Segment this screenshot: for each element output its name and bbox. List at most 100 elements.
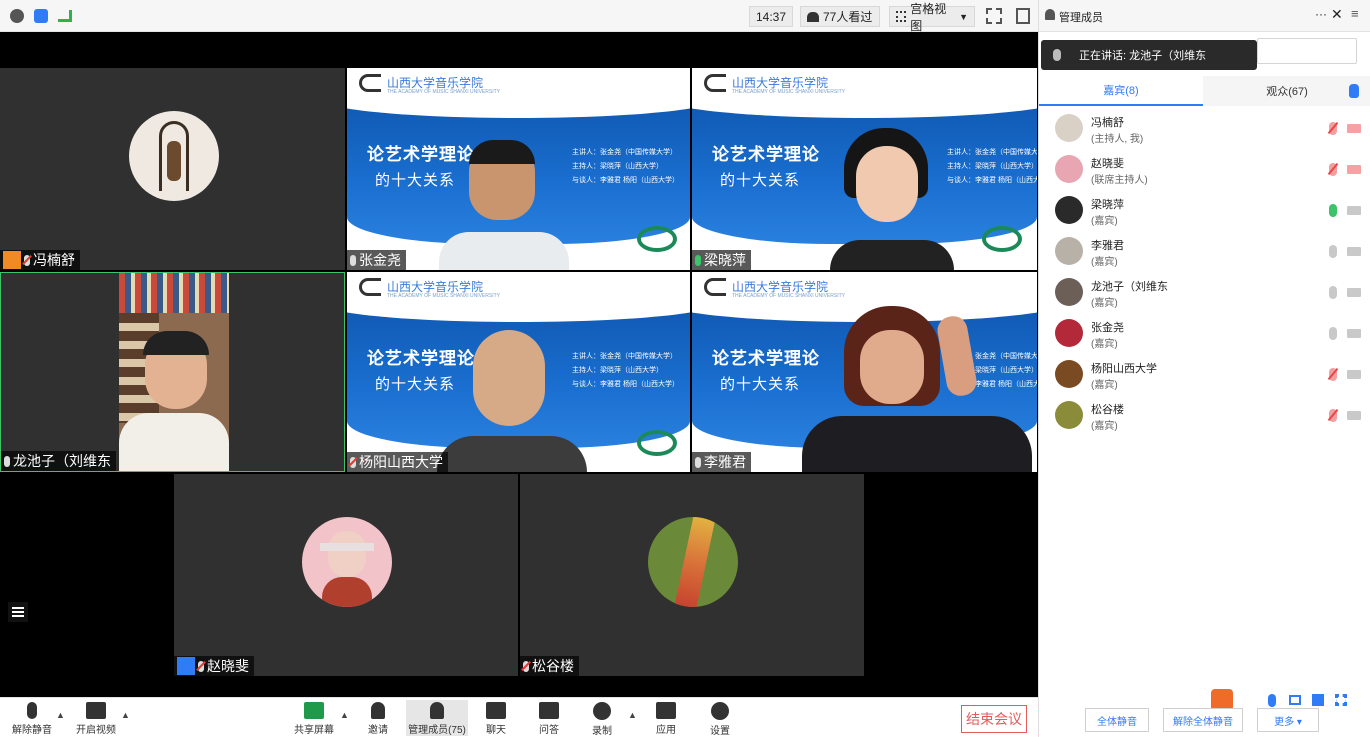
camera-icon[interactable] <box>1347 411 1361 420</box>
info-icon[interactable] <box>10 9 24 23</box>
member-row[interactable]: 松谷楼 (嘉宾) <box>1053 397 1365 437</box>
member-row[interactable]: 梁晓萍 (嘉宾) <box>1053 192 1365 232</box>
panel-title: 管理成员 <box>1059 12 1103 24</box>
member-row[interactable]: 李雅君 (嘉宾) <box>1053 233 1365 273</box>
people-icon <box>807 11 819 22</box>
member-role: (嘉宾) <box>1091 298 1118 309</box>
participant-name-tag: 梁晓萍 <box>692 250 751 270</box>
mic-muted-icon[interactable] <box>1329 409 1337 422</box>
unmute-button[interactable]: 解除静音 <box>2 700 62 736</box>
manage-members-button[interactable]: 管理成员(75) <box>406 700 468 736</box>
mic-icon <box>4 455 10 467</box>
invite-button[interactable]: 邀请 <box>348 700 408 736</box>
participant-name: 赵晓斐 <box>207 658 249 674</box>
qa-button[interactable]: 问答 <box>519 700 579 736</box>
participant-name-tag: 松谷楼 <box>520 656 579 676</box>
camera-icon[interactable] <box>1347 247 1361 256</box>
settings-label: 设置 <box>710 726 730 737</box>
avatar <box>302 517 392 607</box>
video-tile[interactable]: 龙池子（刘维东 <box>0 272 345 472</box>
mic-active-icon[interactable] <box>1329 204 1337 217</box>
tab-guests[interactable]: 嘉宾(8) <box>1039 76 1203 106</box>
mute-all-button[interactable]: 全体静音 <box>1085 708 1149 732</box>
unmute-label: 解除静音 <box>12 725 52 736</box>
camera-icon[interactable] <box>1347 329 1361 338</box>
member-row[interactable]: 赵晓斐 (联席主持人) <box>1053 151 1365 191</box>
video-tile[interactable]: 松谷楼 <box>520 474 864 676</box>
speaking-text: 正在讲话: 龙池子（刘维东 <box>1079 50 1207 62</box>
participant-name: 松谷楼 <box>532 658 574 674</box>
gear-icon <box>711 702 729 720</box>
school-name-en: THE ACADEMY OF MUSIC SHANXI UNIVERSITY <box>732 89 845 95</box>
school-logo-icon <box>359 74 381 92</box>
anniversary-logo-icon <box>637 430 677 456</box>
chat-button[interactable]: 聊天 <box>466 700 526 736</box>
mic-muted-icon[interactable] <box>1329 122 1337 135</box>
tab-audience[interactable]: 观众(67) <box>1203 76 1370 106</box>
member-row[interactable]: 杨阳山西大学 (嘉宾) <box>1053 356 1365 396</box>
video-tile[interactable]: 山西大学音乐学院 THE ACADEMY OF MUSIC SHANXI UNI… <box>347 272 690 472</box>
member-search-input[interactable] <box>1257 38 1357 64</box>
camera-icon[interactable] <box>1347 288 1361 297</box>
grid-icon <box>896 11 907 22</box>
end-meeting-button[interactable]: 结束会议 <box>961 705 1027 733</box>
share-screen-button[interactable]: 共享屏幕 <box>284 700 344 736</box>
member-name: 赵晓斐 <box>1091 158 1124 170</box>
chat-icon <box>486 702 506 719</box>
mic-muted-icon[interactable] <box>1329 368 1337 381</box>
member-row[interactable]: 龙池子（刘维东 (嘉宾) <box>1053 274 1365 314</box>
avatar <box>1055 237 1083 265</box>
video-tile[interactable]: 赵晓斐 <box>174 474 518 676</box>
school-name-en: THE ACADEMY OF MUSIC SHANXI UNIVERSITY <box>732 293 845 299</box>
mic-icon[interactable] <box>1329 327 1337 340</box>
video-tile[interactable]: 山西大学音乐学院 THE ACADEMY OF MUSIC SHANXI UNI… <box>692 272 1037 472</box>
signal-icon[interactable] <box>58 10 72 22</box>
member-role: (嘉宾) <box>1091 216 1118 227</box>
member-name: 梁晓萍 <box>1091 199 1124 211</box>
fullscreen-icon[interactable] <box>986 8 1002 24</box>
raise-hand-icon[interactable] <box>1349 84 1359 98</box>
camera-off-icon[interactable] <box>1347 165 1361 174</box>
more-icon[interactable]: ··· <box>1315 7 1327 21</box>
slide-info-line: 主讲人：张金尧（中国传媒大学） <box>572 353 677 360</box>
menu-icon[interactable]: ≡ <box>1351 6 1359 21</box>
panel-toggle-icon[interactable] <box>1016 8 1030 24</box>
list-icon[interactable] <box>8 602 28 622</box>
mic-icon[interactable] <box>1329 286 1337 299</box>
shield-icon[interactable] <box>34 9 48 23</box>
unmute-all-button[interactable]: 解除全体静音 <box>1163 708 1243 732</box>
chevron-up-icon[interactable]: ▲ <box>56 710 65 720</box>
camera-off-icon <box>86 702 106 719</box>
apps-button[interactable]: 应用 <box>636 700 696 736</box>
school-logo-icon <box>704 74 726 92</box>
camera-off-icon[interactable] <box>1347 124 1361 133</box>
more-button[interactable]: 更多 ▾ <box>1257 708 1319 732</box>
meeting-app: 14:37 77人看过 宫格视图 ▼ 冯楠舒 山西大学音乐学院 THE ACAD… <box>0 0 1370 737</box>
slide-title-line1: 论艺术学理论 <box>712 145 820 164</box>
mic-icon[interactable] <box>1329 245 1337 258</box>
participant-name: 冯楠舒 <box>33 252 75 268</box>
view-mode-label: 宫格视图 <box>910 1 947 33</box>
avatar <box>1055 114 1083 142</box>
mic-muted-icon[interactable] <box>1329 163 1337 176</box>
participant-name-tag: 冯楠舒 <box>0 250 80 270</box>
view-mode-button[interactable]: 宫格视图 ▼ <box>889 2 975 33</box>
settings-button[interactable]: 设置 <box>690 700 750 737</box>
video-tile[interactable]: 山西大学音乐学院 THE ACADEMY OF MUSIC SHANXI UNI… <box>692 68 1037 270</box>
camera-icon[interactable] <box>1347 206 1361 215</box>
mic-muted-icon <box>24 254 30 266</box>
mic-muted-icon <box>27 702 37 719</box>
video-tile[interactable]: 山西大学音乐学院 THE ACADEMY OF MUSIC SHANXI UNI… <box>347 68 690 270</box>
camera-icon[interactable] <box>1347 370 1361 379</box>
chevron-up-icon[interactable]: ▲ <box>121 710 130 720</box>
record-button[interactable]: 录制 <box>572 700 632 737</box>
attendee-count[interactable]: 77人看过 <box>800 6 880 27</box>
avatar <box>1055 155 1083 183</box>
member-role: (嘉宾) <box>1091 421 1118 432</box>
member-row[interactable]: 张金尧 (嘉宾) <box>1053 315 1365 355</box>
member-row[interactable]: 冯楠舒 (主持人, 我) <box>1053 110 1365 150</box>
video-tile[interactable]: 冯楠舒 <box>0 68 345 270</box>
participant-name-tag: 龙池子（刘维东 <box>1 451 116 471</box>
start-video-button[interactable]: 开启视频 <box>66 700 126 736</box>
close-icon[interactable]: ✕ <box>1331 6 1343 23</box>
